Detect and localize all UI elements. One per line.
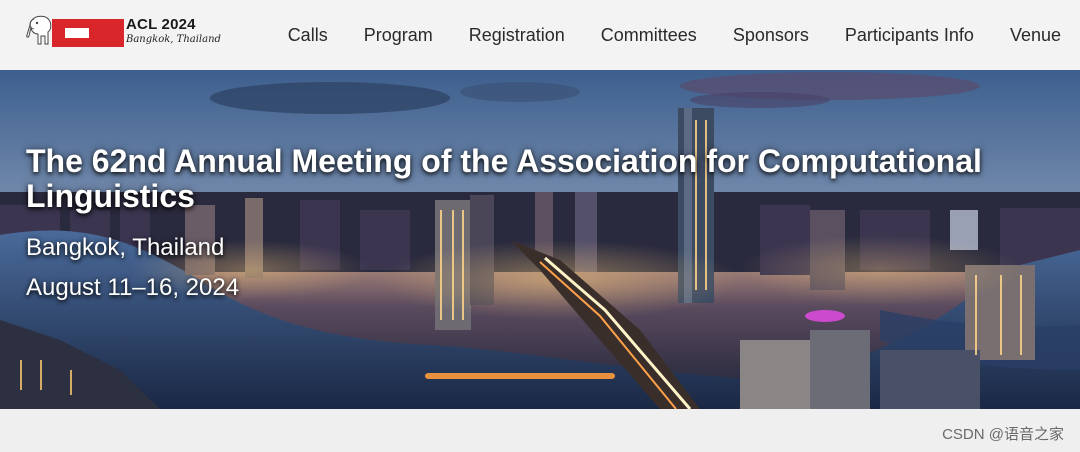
nav-item-sponsors[interactable]: Sponsors <box>733 0 809 70</box>
site-logo[interactable]: ACL 2024 Bangkok, Thailand <box>26 14 221 56</box>
nav-item-program[interactable]: Program <box>364 0 433 70</box>
nav-item-committees[interactable]: Committees <box>601 0 697 70</box>
nav-item-calls[interactable]: Calls <box>288 0 328 70</box>
hero-banner: The 62nd Annual Meeting of the Associati… <box>0 70 1080 409</box>
logo-white-bar <box>65 28 89 38</box>
main-nav: Calls Program Registration Committees Sp… <box>288 0 1061 70</box>
hero-location: Bangkok, Thailand <box>26 234 225 261</box>
hero-dates: August 11–16, 2024 <box>26 274 240 301</box>
navbar: ACL 2024 Bangkok, Thailand Calls Program… <box>0 0 1080 70</box>
hero-text: The 62nd Annual Meeting of the Associati… <box>26 144 1066 302</box>
nav-item-venue[interactable]: Venue <box>1010 0 1061 70</box>
logo-name: ACL 2024 <box>126 16 196 33</box>
logo-subtitle: Bangkok, Thailand <box>126 34 221 45</box>
elephant-icon <box>26 15 52 45</box>
watermark: CSDN @语音之家 <box>942 426 1064 443</box>
nav-item-participants-info[interactable]: Participants Info <box>845 0 974 70</box>
hero-title: The 62nd Annual Meeting of the Associati… <box>26 143 982 214</box>
nav-item-registration[interactable]: Registration <box>469 0 565 70</box>
logo-red-mark <box>52 19 124 47</box>
